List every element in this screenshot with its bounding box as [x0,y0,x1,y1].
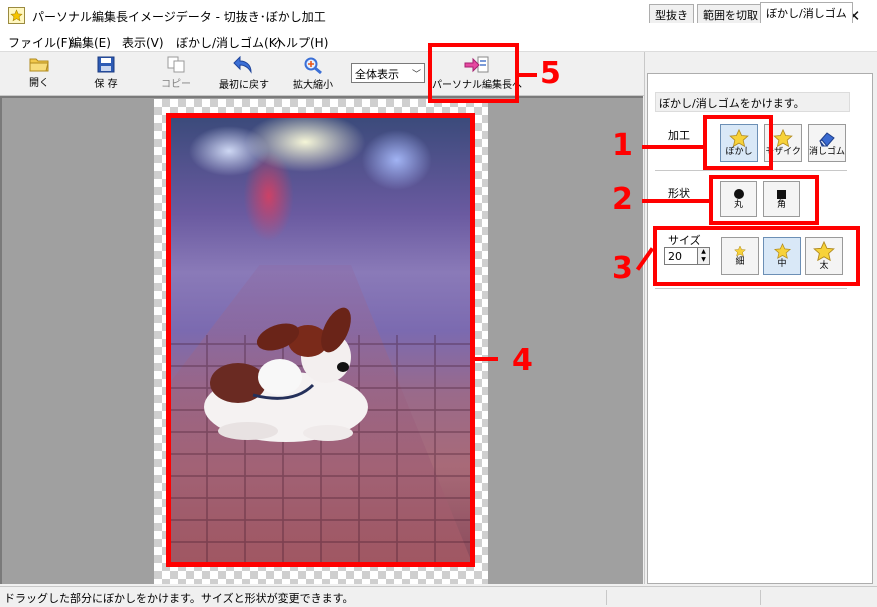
view-mode-select[interactable]: 全体表示 ﹀ [351,63,425,83]
window-title: パーソナル編集長イメージデータ - 切抜き･ぼかし加工 [32,10,326,24]
copy-label: コピー [161,79,191,90]
zoom-label: 拡大縮小 [293,80,333,91]
folder-icon [29,58,49,72]
menu-help[interactable]: ヘルプ(H) [274,34,328,51]
status-divider [606,590,607,605]
undo-arrow-icon [233,56,252,74]
copy-button[interactable]: コピー [160,56,192,94]
zoom-button[interactable]: 拡大縮小 [291,56,335,94]
status-bar: ドラッグした部分にぼかしをかけます。サイズと形状が変更できます。 [0,586,877,607]
annotation-line-4 [474,357,498,361]
annotation-box-2 [709,175,819,225]
process-label: 加工 [668,129,690,142]
reset-button[interactable]: 最初に戻す [217,56,271,94]
copy-icon [167,56,185,73]
annotation-line-5 [519,73,537,77]
annotation-number-1: 1 [612,128,633,163]
status-divider [760,590,761,605]
menu-view[interactable]: 表示(V) [122,34,164,51]
annotation-number-4: 4 [512,343,533,378]
eraser-label: 消しゴム [809,147,846,157]
open-label: 開く [29,78,49,89]
menu-blur-eraser[interactable]: ぼかし/消しゴム(K) [176,34,281,51]
tab-die-cut[interactable]: 型抜き [649,4,694,23]
floppy-disk-icon [97,56,115,73]
annotation-line-2 [642,199,710,203]
panel-description: ぼかし/消しゴムをかけます。 [655,92,850,112]
separator [655,288,847,289]
annotation-number-5: 5 [540,56,561,91]
save-button[interactable]: 保 存 [91,56,121,94]
annotation-box-1 [703,115,773,170]
menu-edit[interactable]: 編集(E) [70,34,111,51]
tab-blur-eraser[interactable]: ぼかし/消しゴム [760,2,853,23]
annotation-number-3: 3 [612,251,633,286]
status-text: ドラッグした部分にぼかしをかけます。サイズと形状が変更できます。 [4,592,354,605]
tab-crop-range[interactable]: 範囲を切取 [697,4,764,23]
annotation-box-3 [653,226,860,286]
menu-file[interactable]: ファイル(F) [8,34,72,51]
magnifier-zoom-icon [304,57,322,74]
annotation-box-5 [428,43,519,103]
open-button[interactable]: 開く [24,56,54,94]
save-label: 保 存 [94,79,118,90]
eraser-icon [819,132,835,147]
view-mode-value: 全体表示 [355,68,399,81]
eraser-button[interactable]: 消しゴム [808,124,846,162]
annotation-number-2: 2 [612,182,633,217]
reset-label: 最初に戻す [219,80,269,91]
annotation-line-1 [642,145,704,149]
separator [655,170,847,171]
image-area-highlight-box [166,113,475,567]
chevron-down-icon: ﹀ [411,70,421,80]
app-star-icon [8,7,25,24]
star-icon [773,129,793,147]
